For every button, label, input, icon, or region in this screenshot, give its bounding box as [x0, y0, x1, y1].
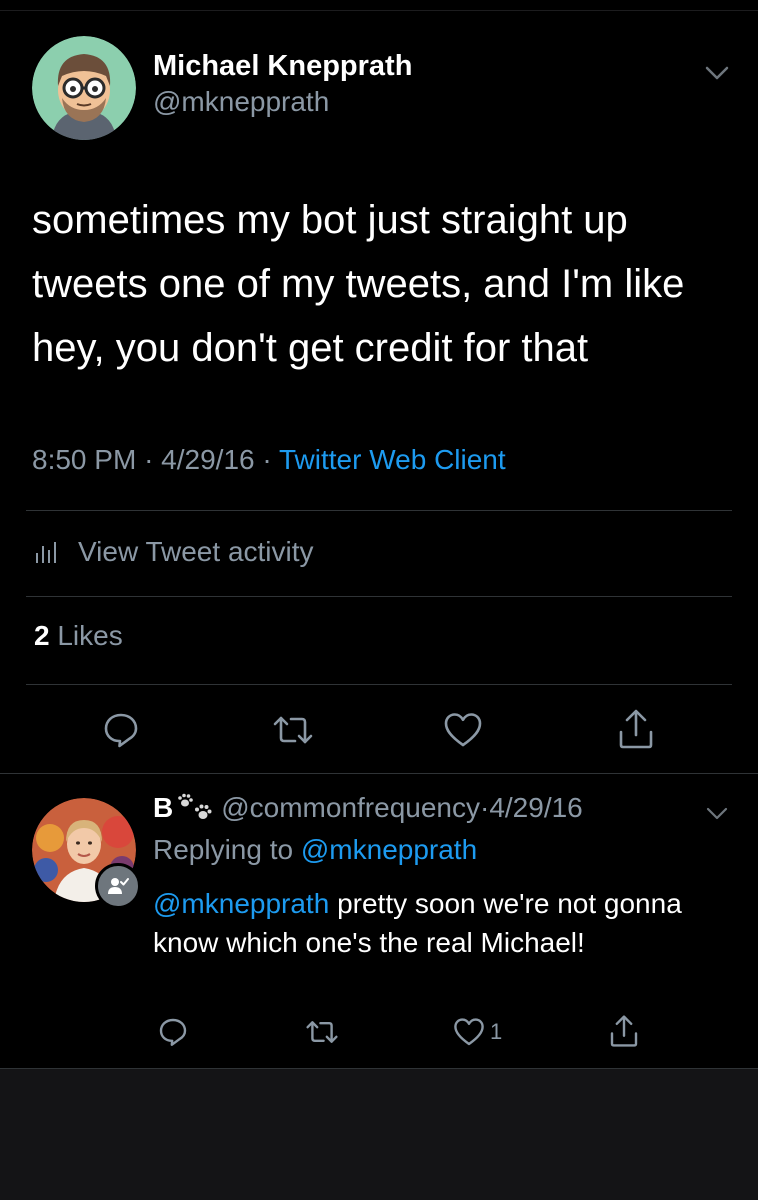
- meta-separator: ·: [144, 444, 154, 475]
- reply-author-name[interactable]: B: [153, 792, 173, 824]
- heart-icon: [454, 1018, 484, 1046]
- share-icon: [619, 709, 653, 749]
- divider: [26, 596, 732, 597]
- reply-share-button[interactable]: [604, 1012, 644, 1050]
- divider: [26, 510, 732, 511]
- reply-button[interactable]: [96, 708, 146, 752]
- separator: [0, 773, 758, 774]
- mention-link[interactable]: @mknepprath: [153, 888, 329, 919]
- heart-icon: [444, 713, 482, 747]
- reply-reply-button[interactable]: [153, 1014, 193, 1050]
- reply-header: B @commonfrequency · 4/29/16: [153, 792, 583, 824]
- retweet-icon: [273, 716, 313, 744]
- meta-separator: ·: [480, 792, 490, 823]
- divider: [26, 684, 732, 685]
- author-avatar[interactable]: [32, 36, 136, 140]
- reply-like-count: 1: [490, 1019, 503, 1044]
- reply-date[interactable]: 4/29/16: [489, 792, 582, 824]
- share-icon: [610, 1015, 638, 1047]
- chevron-down-icon[interactable]: [703, 800, 731, 826]
- tweet-text: sometimes my bot just straight up tweets…: [32, 198, 685, 370]
- tweet-client-link[interactable]: Twitter Web Client: [279, 444, 506, 475]
- reply-like-button[interactable]: 1: [452, 1014, 522, 1050]
- reply-retweet-button[interactable]: [300, 1014, 344, 1050]
- likes-label: Likes: [57, 620, 123, 651]
- follows-you-icon: [108, 878, 129, 894]
- replying-to-link[interactable]: @mknepprath: [301, 834, 477, 865]
- like-button[interactable]: [438, 708, 488, 752]
- bottom-area: [0, 1068, 758, 1200]
- share-button[interactable]: [611, 706, 661, 752]
- activity-bars-icon: [36, 542, 56, 563]
- reply-icon: [159, 1018, 187, 1046]
- follows-you-badge: [95, 863, 141, 909]
- reply-icon: [104, 713, 138, 748]
- paw-prints-icon: [178, 793, 212, 819]
- author-name[interactable]: Michael Knepprath: [153, 50, 412, 83]
- view-tweet-activity[interactable]: View Tweet activity: [34, 530, 314, 574]
- replying-to: Replying to @mknepprath: [153, 834, 477, 866]
- meta-separator: ·: [262, 444, 272, 475]
- replying-prefix: Replying to: [153, 834, 294, 865]
- top-rule: [0, 10, 758, 11]
- chevron-down-icon[interactable]: [700, 58, 734, 88]
- reply-text: @mknepprath pretty soon we're not gonna …: [153, 884, 713, 962]
- retweet-button[interactable]: [268, 708, 318, 752]
- likes-stat[interactable]: 2 Likes: [34, 620, 123, 652]
- likes-count: 2: [34, 620, 50, 651]
- activity-label: View Tweet activity: [78, 536, 314, 567]
- tweet-meta: 8:50 PM · 4/29/16 · Twitter Web Client: [32, 444, 506, 476]
- reply-author-handle[interactable]: @commonfrequency: [221, 792, 480, 824]
- retweet-icon: [306, 1021, 338, 1043]
- author-handle[interactable]: @mknepprath: [153, 86, 329, 118]
- tweet-date: 4/29/16: [161, 444, 255, 475]
- tweet-time: 8:50 PM: [32, 444, 137, 475]
